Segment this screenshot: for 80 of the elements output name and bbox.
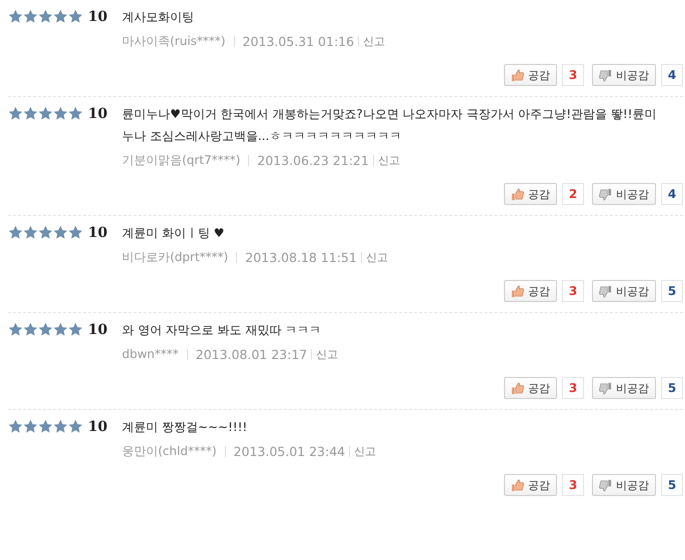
star-icon	[53, 419, 68, 434]
review-date: 2013.08.18 11:51	[245, 250, 357, 264]
rating-score: 10	[88, 322, 108, 339]
like-count: 3	[562, 64, 584, 86]
like-button[interactable]: 공감	[504, 474, 557, 496]
star-icon	[23, 322, 38, 337]
dislike-count: 4	[661, 64, 683, 86]
star-icon	[23, 419, 38, 434]
star-icon	[68, 322, 83, 337]
dislike-button[interactable]: 비공감	[592, 64, 656, 86]
like-count: 3	[562, 474, 584, 496]
rating-score: 10	[88, 225, 108, 242]
star-icon	[53, 225, 68, 240]
thumbs-down-icon	[599, 188, 612, 200]
star-icon	[23, 106, 38, 121]
review-date: 2013.06.23 21:21	[257, 152, 369, 168]
star-icon	[8, 106, 23, 121]
like-button[interactable]: 공감	[504, 64, 557, 86]
author-name: 기분이맑음(qrt7****)	[122, 152, 240, 168]
rating-score: 10	[88, 106, 108, 123]
author-name: 웅만이(chld****)	[122, 442, 217, 460]
dislike-button[interactable]: 비공감	[592, 183, 656, 205]
dislike-count: 4	[661, 183, 683, 205]
author-name: 마사이족(ruis****)	[122, 32, 226, 50]
thumbs-down-icon	[599, 478, 612, 492]
star-icon	[68, 106, 83, 121]
thumbs-up-icon	[511, 188, 524, 200]
review-text: 와 영어 자막으로 봐도 재밌따 ㅋㅋㅋ	[122, 322, 322, 339]
like-button[interactable]: 공감	[504, 377, 557, 399]
star-icon	[68, 9, 83, 24]
star-icon	[38, 225, 53, 240]
review-text: 계륜미 짱짱걸~~~!!!!	[122, 419, 248, 436]
thumbs-up-icon	[511, 284, 524, 298]
report-link[interactable]: 신고	[363, 34, 386, 48]
review-text: 계사모화이팅	[122, 9, 195, 26]
review-date: 2013.08.01 23:17	[196, 346, 308, 362]
dislike-button[interactable]: 비공감	[592, 474, 656, 496]
like-count: 3	[562, 280, 584, 302]
star-icon	[68, 225, 83, 240]
thumbs-up-icon	[511, 68, 524, 82]
star-icon	[53, 9, 68, 24]
rating-score: 10	[88, 419, 108, 436]
star-icon	[38, 419, 53, 434]
star-icon	[8, 225, 23, 240]
like-button[interactable]: 공감	[504, 183, 557, 205]
author-name: 비다로카(dprt****)	[122, 248, 228, 266]
star-icon	[8, 9, 23, 24]
report-link[interactable]: 신고	[366, 250, 388, 264]
rating-score: 10	[88, 9, 108, 26]
like-count: 2	[562, 183, 584, 205]
star-icon	[53, 106, 68, 121]
star-icon	[23, 9, 38, 24]
star-icon	[8, 322, 23, 337]
report-link[interactable]: 신고	[354, 444, 376, 458]
star-icon	[8, 419, 23, 434]
star-icon	[68, 419, 83, 434]
star-icon	[23, 225, 38, 240]
star-icon	[38, 106, 53, 121]
like-count: 3	[562, 377, 584, 399]
report-link[interactable]: 신고	[316, 346, 338, 362]
thumbs-down-icon	[599, 68, 612, 82]
thumbs-down-icon	[599, 382, 612, 394]
star-icon	[53, 322, 68, 337]
review-text: 계륜미 화이ㅣ팅 ♥	[122, 225, 226, 242]
dislike-count: 5	[661, 377, 683, 399]
like-button[interactable]: 공감	[504, 280, 557, 302]
thumbs-down-icon	[599, 284, 612, 298]
dislike-button[interactable]: 비공감	[592, 280, 656, 302]
report-link[interactable]: 신고	[378, 152, 400, 168]
dislike-count: 5	[661, 280, 683, 302]
star-icon	[38, 322, 53, 337]
thumbs-up-icon	[511, 478, 524, 492]
thumbs-up-icon	[511, 382, 524, 394]
author-name: dbwn****	[122, 347, 179, 361]
star-icon	[38, 9, 53, 24]
review-date: 2013.05.31 01:16	[242, 34, 354, 48]
review-text: 륜미누나♥막이거 한국에서 개봉하는거맞죠?나오면 나오자마자 극장가서 아주그냥!관람을 뙇!!륜미누나 조심스레사랑고백을...ㅎㅋㅋㅋㅋㅋㅋㅋㅋㅋㅋ	[122, 106, 658, 145]
dislike-button[interactable]: 비공감	[592, 377, 656, 399]
dislike-count: 5	[661, 474, 683, 496]
review-date: 2013.05.01 23:44	[234, 444, 346, 458]
